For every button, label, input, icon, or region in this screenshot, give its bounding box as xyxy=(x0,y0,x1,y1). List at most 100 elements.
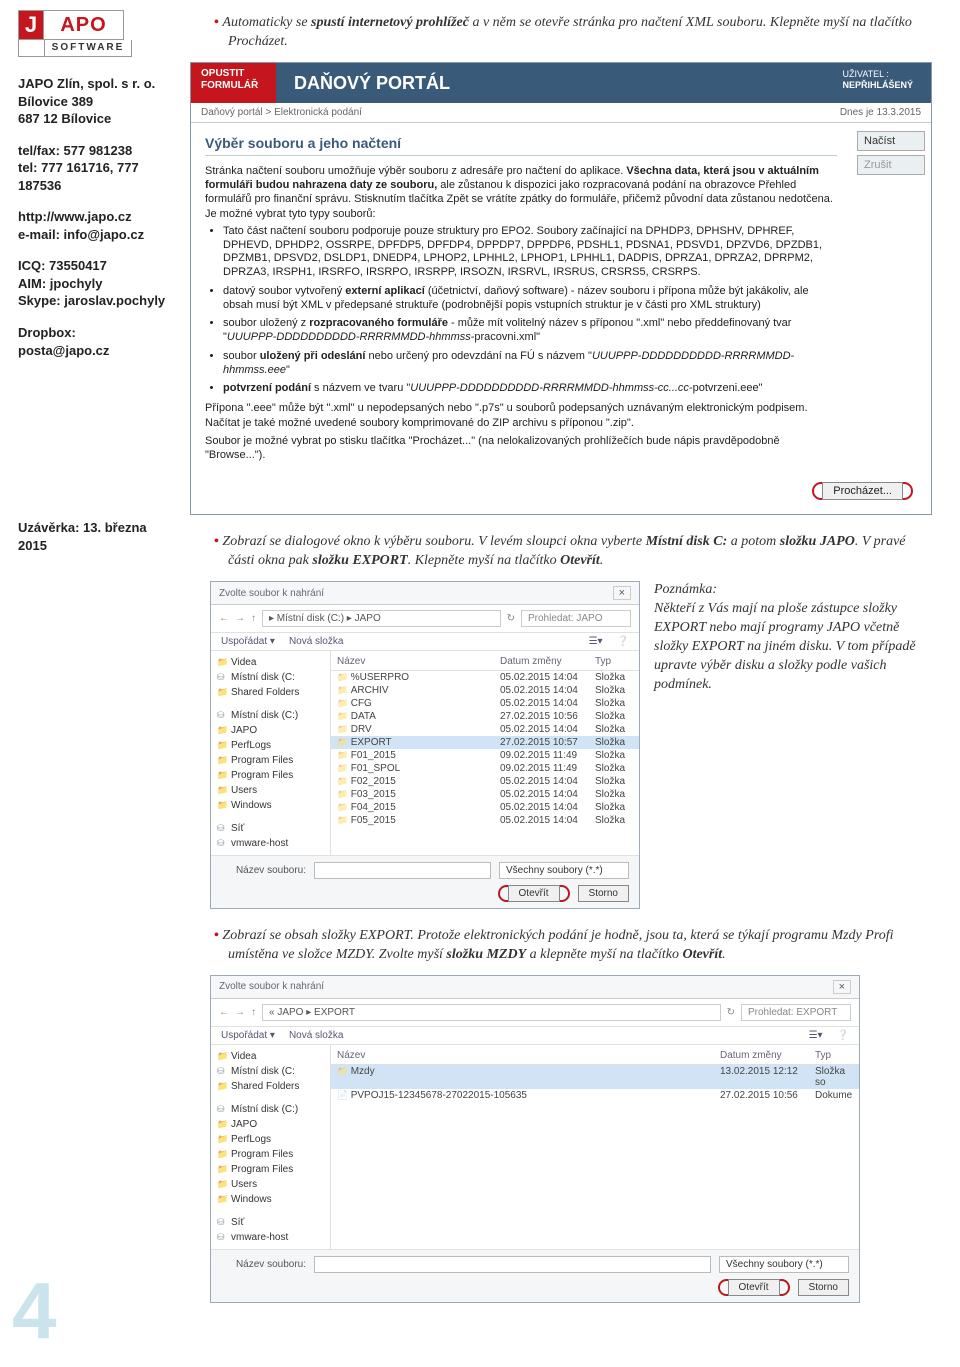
help-icon[interactable]: ❔ xyxy=(617,636,629,647)
search-field[interactable]: Prohledat: EXPORT xyxy=(741,1004,851,1021)
organize-menu[interactable]: Uspořádat ▾ xyxy=(221,636,275,647)
note-text: Poznámka: Někteří z Vás mají na ploše zá… xyxy=(654,581,932,909)
help-icon[interactable]: ❔ xyxy=(837,1030,849,1041)
tree-item[interactable]: Users xyxy=(213,783,328,798)
organize-menu[interactable]: Uspořádat ▾ xyxy=(221,1030,275,1041)
filter-combo[interactable]: Všechny soubory (*.*) xyxy=(499,862,629,879)
open-button[interactable]: Otevřít xyxy=(728,1279,780,1296)
main-content: Automaticky se spustí internetový prohlí… xyxy=(180,0,960,1321)
tree-item[interactable]: Program Files xyxy=(213,1147,328,1162)
tree-item[interactable]: vmware-host xyxy=(213,1230,328,1245)
file-list[interactable]: Název Datum změny Typ Mzdy13.02.2015 12:… xyxy=(331,1045,859,1249)
back-icon[interactable]: ← xyxy=(219,1007,229,1018)
contact-email: e-mail: info@japo.cz xyxy=(18,226,170,244)
list-item[interactable]: F02_201505.02.2015 14:04Složka xyxy=(331,775,639,788)
tree-item[interactable]: Shared Folders xyxy=(213,685,328,700)
new-folder-button[interactable]: Nová složka xyxy=(289,1030,343,1041)
tree-item[interactable]: Windows xyxy=(213,1192,328,1207)
list-item[interactable]: DATA27.02.2015 10:56Složka xyxy=(331,710,639,723)
browse-button[interactable]: Procházet... xyxy=(822,482,903,500)
tree-item[interactable]: Místní disk (C: xyxy=(213,670,328,685)
breadcrumb[interactable]: Daňový portál > Elektronická podání xyxy=(201,107,362,118)
close-icon[interactable]: × xyxy=(833,980,851,994)
forward-icon[interactable]: → xyxy=(235,613,245,624)
filename-input[interactable] xyxy=(314,1256,711,1273)
browse-highlight: Procházet... xyxy=(812,482,913,500)
tree-item[interactable]: Místní disk (C: xyxy=(213,1064,328,1079)
list-item[interactable]: F03_201505.02.2015 14:04Složka xyxy=(331,788,639,801)
portal-title: DAŇOVÝ PORTÁL xyxy=(276,63,824,103)
contact-dropbox: Dropbox: posta@japo.cz xyxy=(18,324,170,359)
tree-item[interactable]: Síť xyxy=(213,1215,328,1230)
cancel-button[interactable]: Zrušit xyxy=(857,155,925,175)
contact-telfax: tel/fax: 577 981238 xyxy=(18,142,170,160)
load-button[interactable]: Načíst xyxy=(857,131,925,151)
contact-icq: ICQ: 73550417 xyxy=(18,257,170,275)
tree-item[interactable]: Program Files xyxy=(213,753,328,768)
file-list[interactable]: Název Datum změny Typ %USERPRO05.02.2015… xyxy=(331,651,639,855)
tree-item[interactable]: Místní disk (C:) xyxy=(213,708,328,723)
dialog-title: Zvolte soubor k nahrání xyxy=(219,588,324,599)
view-icon[interactable]: ☰▾ xyxy=(589,636,603,647)
tree-item[interactable]: PerfLogs xyxy=(213,738,328,753)
list-item[interactable]: EXPORT27.02.2015 10:57Složka xyxy=(331,736,639,749)
nav-tree[interactable]: VideaMístní disk (C:Shared Folders Místní… xyxy=(211,651,331,855)
contact-skype: Skype: jaroslav.pochyly xyxy=(18,292,170,310)
portal-list: Tato část načtení souboru podporuje pouz… xyxy=(223,225,837,396)
portal-paragraph-2: Přípona ".eee" může být ".xml" u nepodep… xyxy=(205,401,837,430)
tree-item[interactable]: JAPO xyxy=(213,723,328,738)
tree-item[interactable]: JAPO xyxy=(213,1117,328,1132)
nav-tree[interactable]: VideaMístní disk (C:Shared Folders Místní… xyxy=(211,1045,331,1249)
up-icon[interactable]: ↑ xyxy=(251,1007,256,1018)
list-item[interactable]: F04_201505.02.2015 14:04Složka xyxy=(331,801,639,814)
tree-item[interactable]: Program Files xyxy=(213,768,328,783)
section-title: Výběr souboru a jeho načtení xyxy=(205,131,837,156)
open-highlight: Otevřít xyxy=(498,885,570,902)
list-item[interactable]: Mzdy13.02.2015 12:12Složka so xyxy=(331,1065,859,1089)
exit-form-button[interactable]: OPUSTIT FORMULÁŘ xyxy=(191,63,276,103)
path-field[interactable]: « JAPO ▸ EXPORT xyxy=(262,1004,721,1021)
company-addr2: 687 12 Bílovice xyxy=(18,110,170,128)
portal-paragraph-1: Stránka načtení souboru umožňuje výběr s… xyxy=(205,164,837,221)
refresh-icon[interactable]: ↻ xyxy=(507,613,515,624)
forward-icon[interactable]: → xyxy=(235,1007,245,1018)
tree-item[interactable]: Videa xyxy=(213,655,328,670)
tree-item[interactable]: Windows xyxy=(213,798,328,813)
list-item[interactable]: DRV05.02.2015 14:04Složka xyxy=(331,723,639,736)
contact-aim: AIM: jpochyly xyxy=(18,275,170,293)
tree-item[interactable]: Videa xyxy=(213,1049,328,1064)
tree-item[interactable]: PerfLogs xyxy=(213,1132,328,1147)
list-item[interactable]: F05_201505.02.2015 14:04Složka xyxy=(331,814,639,827)
new-folder-button[interactable]: Nová složka xyxy=(289,636,343,647)
refresh-icon[interactable]: ↻ xyxy=(727,1007,735,1018)
tree-item[interactable]: vmware-host xyxy=(213,836,328,851)
search-field[interactable]: Prohledat: JAPO xyxy=(521,610,631,627)
list-item[interactable]: F01_201509.02.2015 11:49Složka xyxy=(331,749,639,762)
back-icon[interactable]: ← xyxy=(219,613,229,624)
close-icon[interactable]: × xyxy=(613,586,631,600)
user-status: UŽIVATEL : NEPŘIHLÁŠENÝ xyxy=(824,63,931,103)
company-name: JAPO Zlín, spol. s r. o. xyxy=(18,75,170,93)
open-button[interactable]: Otevřít xyxy=(508,885,560,902)
tree-item[interactable]: Program Files xyxy=(213,1162,328,1177)
company-addr1: Bílovice 389 xyxy=(18,93,170,111)
instruction-3: Zobrazí se obsah složky EXPORT. Protože … xyxy=(210,927,932,965)
up-icon[interactable]: ↑ xyxy=(251,613,256,624)
portal-paragraph-3: Soubor je možné vybrat po stisku tlačítk… xyxy=(205,434,837,463)
filename-input[interactable] xyxy=(314,862,491,879)
list-item[interactable]: PVPOJ15-12345678-27022015-10563527.02.20… xyxy=(331,1089,859,1102)
tree-item[interactable]: Místní disk (C:) xyxy=(213,1102,328,1117)
cancel-dialog-button[interactable]: Storno xyxy=(798,1279,849,1296)
list-item[interactable]: %USERPRO05.02.2015 14:04Složka xyxy=(331,671,639,684)
view-icon[interactable]: ☰▾ xyxy=(809,1030,823,1041)
filter-combo[interactable]: Všechny soubory (*.*) xyxy=(719,1256,849,1273)
cancel-dialog-button[interactable]: Storno xyxy=(578,885,629,902)
list-item[interactable]: CFG05.02.2015 14:04Složka xyxy=(331,697,639,710)
tree-item[interactable]: Shared Folders xyxy=(213,1079,328,1094)
list-item[interactable]: F01_SPOL09.02.2015 11:49Složka xyxy=(331,762,639,775)
list-item[interactable]: ARCHIV05.02.2015 14:04Složka xyxy=(331,684,639,697)
tree-item[interactable]: Síť xyxy=(213,821,328,836)
path-field[interactable]: ▸ Místní disk (C:) ▸ JAPO xyxy=(262,610,501,627)
contact-tel: tel: 777 161716, 777 187536 xyxy=(18,159,170,194)
tree-item[interactable]: Users xyxy=(213,1177,328,1192)
